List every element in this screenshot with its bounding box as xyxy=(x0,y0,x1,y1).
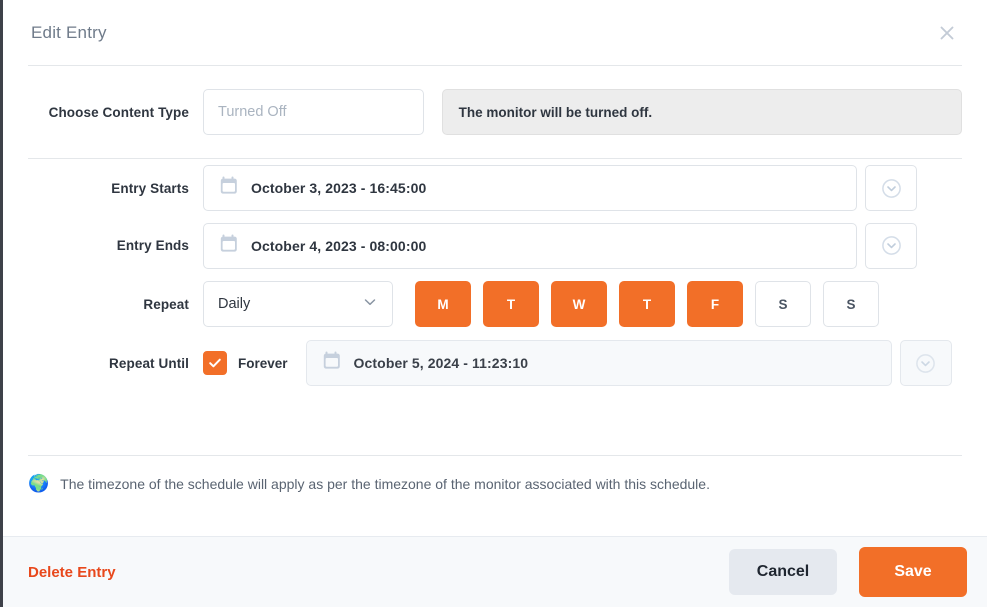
entry-ends-value: October 4, 2023 - 08:00:00 xyxy=(251,237,427,254)
forever-checkbox-group: Forever xyxy=(203,351,288,375)
row-entry-starts: Entry Starts October 3, 2023 - 16:45:00 xyxy=(28,159,962,217)
weekday-toggle-group: M T W T F S S xyxy=(415,281,879,327)
dialog-header: Edit Entry xyxy=(3,0,987,65)
page-title: Edit Entry xyxy=(31,22,107,42)
content-type-description: The monitor will be turned off. xyxy=(441,89,962,135)
repeat-until-picker-button[interactable] xyxy=(899,340,952,386)
calendar-icon xyxy=(323,351,341,375)
calendar-icon xyxy=(220,234,238,258)
repeat-until-value: October 5, 2024 - 11:23:10 xyxy=(353,355,529,371)
entry-starts-field-group: October 3, 2023 - 16:45:00 xyxy=(203,165,917,211)
entry-ends-label: Entry Ends xyxy=(116,238,189,253)
entry-ends-field-group: October 4, 2023 - 08:00:00 xyxy=(203,222,917,269)
weekday-toggle-monday[interactable]: M xyxy=(415,281,471,327)
entry-starts-label: Entry Starts xyxy=(111,180,189,196)
repeat-select-value: Daily xyxy=(218,296,251,312)
check-icon xyxy=(209,358,221,368)
repeat-until-label: Repeat Until xyxy=(109,355,189,371)
entry-ends-picker-button[interactable] xyxy=(865,222,917,269)
delete-entry-button[interactable]: Delete Entry xyxy=(28,564,116,581)
content-type-label: Choose Content Type xyxy=(48,104,189,120)
close-icon[interactable] xyxy=(932,18,962,48)
dialog-footer: Delete Entry Cancel Save xyxy=(3,536,987,607)
footer-actions: Cancel Save xyxy=(729,547,967,597)
row-repeat-until: Repeat Until Forever October 5, 2024 - 1… xyxy=(28,334,962,392)
row-repeat: Repeat Daily M T W T F S S xyxy=(28,274,962,334)
weekday-toggle-thursday[interactable]: T xyxy=(619,281,675,327)
timezone-note: 🌍 The timezone of the schedule will appl… xyxy=(3,456,987,492)
row-content-type: Choose Content Type Turned Off The monit… xyxy=(28,66,962,158)
forever-checkbox[interactable] xyxy=(203,351,227,375)
edit-entry-dialog: Edit Entry Choose Content Type Turned Of… xyxy=(0,0,987,607)
chevron-down-icon xyxy=(362,294,378,315)
entry-starts-value: October 3, 2023 - 16:45:00 xyxy=(251,180,427,196)
timezone-note-text: The timezone of the schedule will apply … xyxy=(60,475,710,492)
entry-starts-input[interactable]: October 3, 2023 - 16:45:00 xyxy=(203,165,857,211)
save-button[interactable]: Save xyxy=(859,547,967,597)
repeat-until-field-group: October 5, 2024 - 11:23:10 xyxy=(305,340,952,386)
forever-label: Forever xyxy=(238,355,288,371)
weekday-toggle-friday[interactable]: F xyxy=(687,281,743,327)
weekday-toggle-sunday[interactable]: S xyxy=(823,281,879,327)
weekday-toggle-wednesday[interactable]: W xyxy=(551,281,607,327)
repeat-select[interactable]: Daily xyxy=(203,281,393,327)
entry-starts-picker-button[interactable] xyxy=(865,165,917,211)
repeat-label: Repeat xyxy=(143,296,189,312)
row-entry-ends: Entry Ends October 4, 2023 - 08:00:00 xyxy=(28,217,962,274)
dialog-body: Choose Content Type Turned Off The monit… xyxy=(3,66,987,392)
weekday-toggle-saturday[interactable]: S xyxy=(755,281,811,327)
weekday-toggle-tuesday[interactable]: T xyxy=(483,281,539,327)
repeat-until-input[interactable]: October 5, 2024 - 11:23:10 xyxy=(305,340,892,386)
calendar-icon xyxy=(220,176,238,200)
globe-icon: 🌍 xyxy=(28,474,50,493)
entry-ends-input[interactable]: October 4, 2023 - 08:00:00 xyxy=(203,222,857,269)
content-type-input[interactable]: Turned Off xyxy=(203,89,424,135)
cancel-button[interactable]: Cancel xyxy=(729,549,837,595)
